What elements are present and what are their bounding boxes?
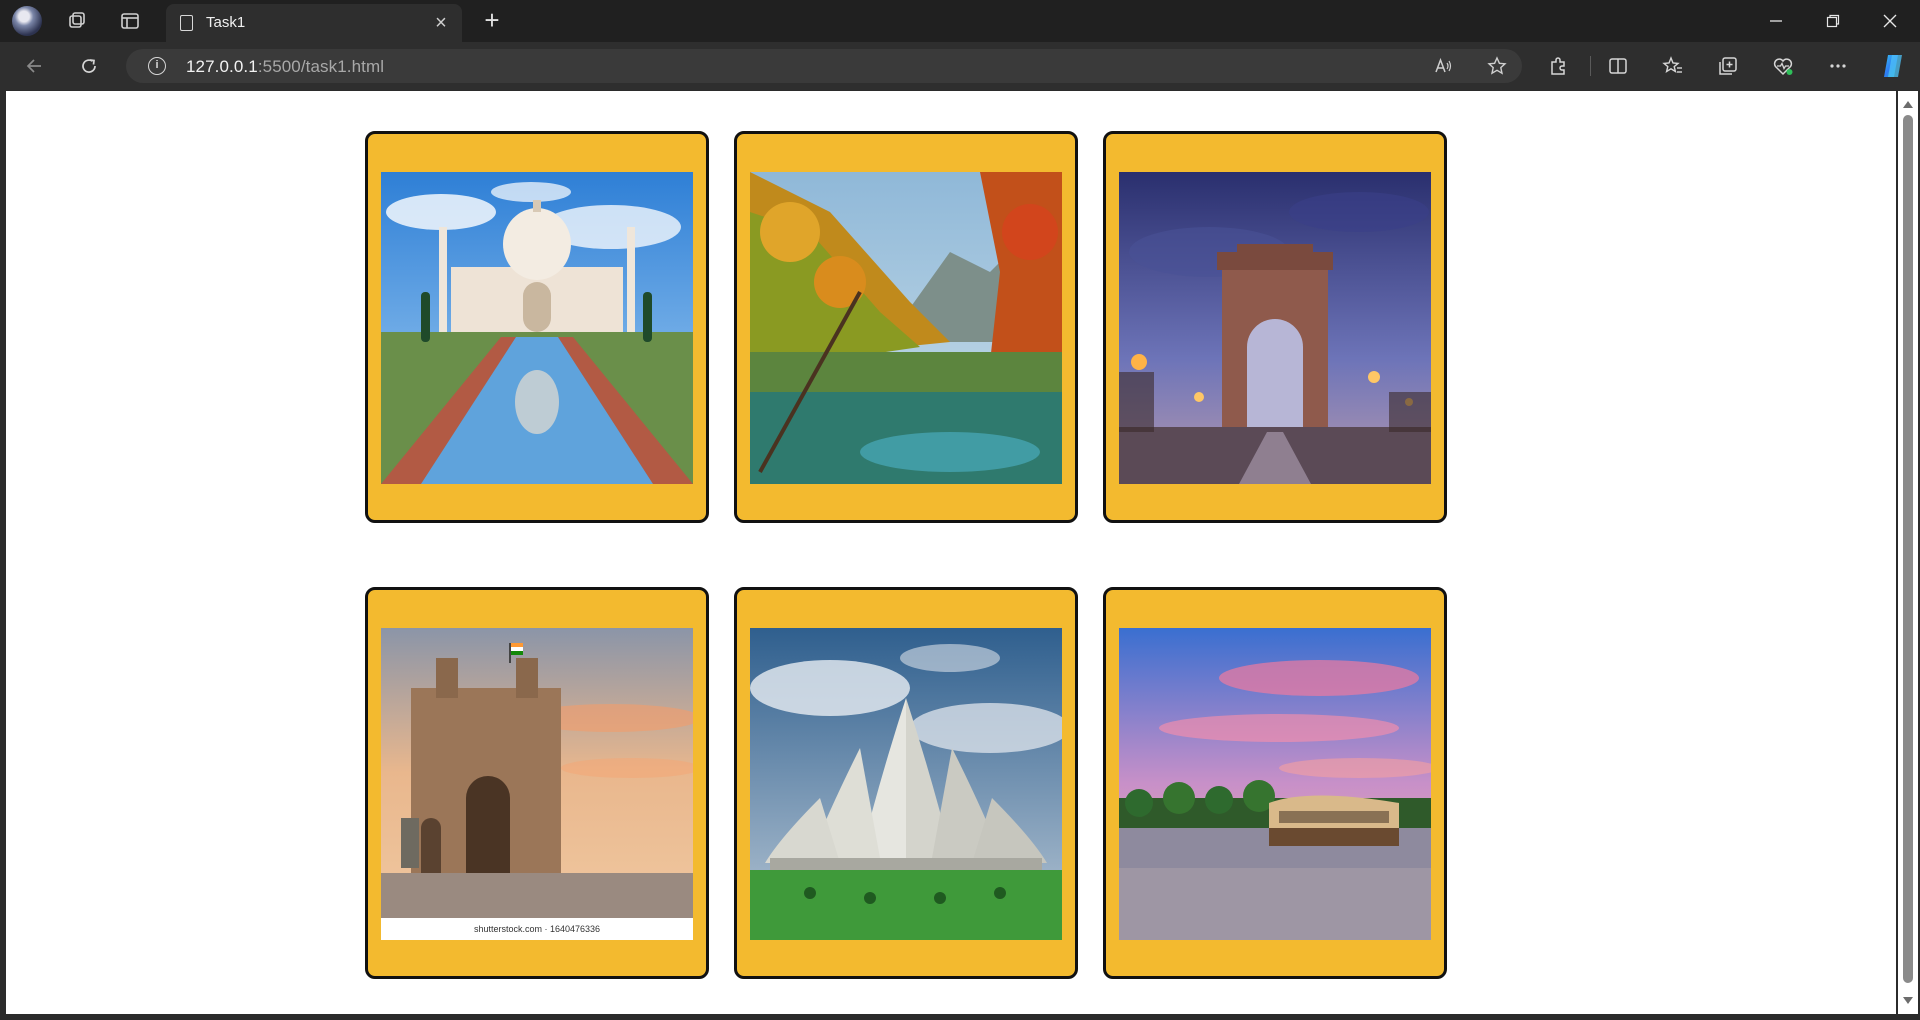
gallery-card: shutterstock.com · 1640476336 (365, 587, 709, 979)
browser-essentials-icon[interactable] (1768, 51, 1798, 81)
kerala-houseboat-image (1119, 628, 1431, 940)
scroll-up-arrow-icon[interactable] (1903, 101, 1913, 108)
minimize-icon[interactable] (1756, 6, 1796, 36)
back-arrow-icon[interactable] (20, 51, 50, 81)
scrollbar-thumb[interactable] (1903, 115, 1913, 983)
gallery-card (1103, 131, 1447, 523)
copilot-icon[interactable] (1878, 51, 1908, 81)
split-screen-icon[interactable] (1603, 51, 1633, 81)
refresh-icon[interactable] (74, 51, 104, 81)
vertical-scrollbar[interactable] (1898, 91, 1918, 1014)
india-gate-image (1119, 172, 1431, 484)
workspaces-icon[interactable] (64, 8, 90, 34)
favorites-icon[interactable] (1658, 51, 1688, 81)
gallery-card (365, 131, 709, 523)
gateway-of-india-image: shutterstock.com · 1640476336 (381, 628, 693, 940)
title-bar: Task1 × + (0, 0, 1920, 42)
star-icon[interactable] (1484, 53, 1510, 79)
restore-icon[interactable] (1813, 6, 1853, 36)
plus-icon[interactable]: + (478, 7, 506, 35)
close-icon[interactable]: × (430, 12, 452, 34)
collections-icon[interactable] (1713, 51, 1743, 81)
watermark-caption: shutterstock.com · 1640476336 (381, 918, 693, 940)
tab-task1[interactable]: Task1 × (166, 4, 462, 42)
taj-mahal-image (381, 172, 693, 484)
page-icon (180, 15, 193, 31)
tab-actions-icon[interactable] (117, 8, 143, 34)
close-window-icon[interactable] (1870, 6, 1910, 36)
address-bar[interactable]: i 127.0.0.1:5500/task1.html (126, 49, 1522, 83)
forest-lake-image (750, 172, 1062, 484)
profile-icon[interactable] (12, 6, 42, 36)
info-icon[interactable]: i (148, 57, 166, 75)
more-icon[interactable] (1823, 51, 1853, 81)
gallery-card (1103, 587, 1447, 979)
gallery-card (734, 131, 1078, 523)
scroll-down-arrow-icon[interactable] (1903, 997, 1913, 1004)
toolbar: i 127.0.0.1:5500/task1.html (0, 42, 1920, 90)
extensions-icon[interactable] (1543, 51, 1573, 81)
lotus-temple-image (750, 628, 1062, 940)
tab-title: Task1 (206, 14, 246, 31)
page-viewport: shutterstock.com · 1640476336 (6, 91, 1896, 1014)
gallery-card (734, 587, 1078, 979)
read-aloud-icon[interactable] (1430, 53, 1456, 79)
toolbar-divider (1590, 56, 1591, 76)
url-text[interactable]: 127.0.0.1:5500/task1.html (186, 57, 384, 77)
